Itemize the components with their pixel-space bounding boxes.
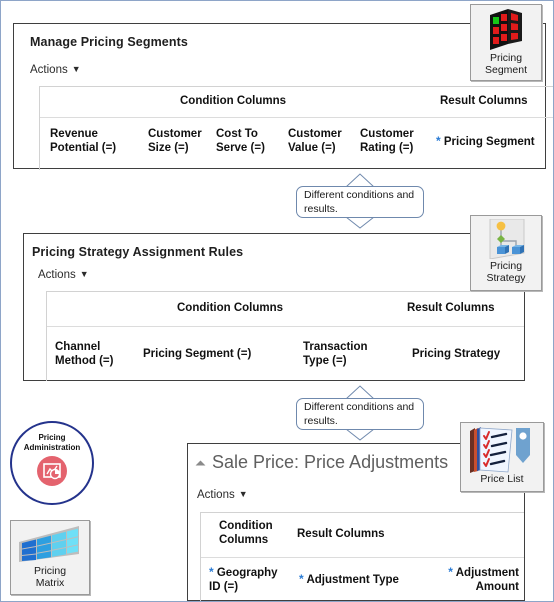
- required-marker-icon: *: [209, 565, 214, 579]
- column-cost-to-serve[interactable]: Cost To Serve (=): [216, 128, 265, 155]
- column-adjustment-type-label: Adjustment Type: [306, 574, 399, 586]
- callout-top-text: Different conditions and results.: [304, 189, 415, 215]
- icon-caption-pricing-strategy-1: Pricing: [489, 260, 523, 272]
- badge-caption-line2: Administration: [23, 443, 81, 452]
- actions-label: Actions: [197, 489, 235, 501]
- column-channel-method[interactable]: Channel Method (=): [55, 341, 113, 368]
- column-adjustment-amount[interactable]: * Adjustment Amount: [439, 565, 519, 594]
- price-list-icon: [466, 425, 538, 475]
- icon-tile-price-list: Price List: [460, 422, 544, 492]
- icon-caption-pricing-strategy-2: Strategy: [486, 272, 526, 284]
- actions-menu-pricing-segments[interactable]: Actions ▼: [30, 64, 81, 76]
- pricing-segment-icon: [486, 9, 526, 50]
- group-condition-columns: Condition Columns: [219, 520, 273, 546]
- diagram-canvas: Manage Pricing Segments Actions ▼ Conditi…: [0, 0, 554, 602]
- icon-caption-pricing-matrix-1: Pricing: [33, 565, 67, 577]
- table-column-header-row: Revenue Potential (=) Customer Size (=) Co…: [40, 118, 553, 162]
- panel-title-sale-price-adjustments: Sale Price: Price Adjustments: [212, 452, 449, 472]
- collapse-triangle-icon[interactable]: [195, 460, 206, 471]
- callout-bottom: Different conditions and results.: [296, 385, 426, 441]
- table-group-header-row: Condition Columns Result Columns: [47, 292, 524, 327]
- callout-bottom-text: Different conditions and results.: [304, 401, 415, 427]
- group-result-columns: Result Columns: [407, 302, 495, 314]
- table-pricing-strategy: Condition Columns Result Columns Channel…: [46, 291, 524, 381]
- icon-tile-pricing-matrix: Pricing Matrix: [10, 520, 90, 595]
- group-condition-columns: Condition Columns: [177, 302, 284, 314]
- required-marker-icon: *: [448, 565, 453, 579]
- panel-pricing-strategy-assignment-rules: Pricing Strategy Assignment Rules Action…: [23, 233, 525, 381]
- chevron-down-icon: ▼: [238, 489, 248, 499]
- pricing-matrix-icon: [17, 524, 83, 564]
- group-result-columns: Result Columns: [440, 95, 528, 107]
- badge-caption-line1: Pricing: [38, 433, 66, 442]
- chevron-down-icon: ▼: [79, 269, 89, 279]
- group-result-columns: Result Columns: [297, 528, 385, 540]
- column-pricing-strategy[interactable]: Pricing Strategy: [412, 348, 500, 362]
- actions-menu-pricing-strategy[interactable]: Actions ▼: [38, 269, 89, 281]
- icon-tile-pricing-segment: Pricing Segment: [470, 4, 542, 81]
- column-adjustment-type[interactable]: * Adjustment Type: [299, 572, 399, 588]
- column-transaction-type[interactable]: Transaction Type (=): [303, 341, 368, 368]
- required-marker-icon: *: [299, 572, 304, 586]
- table-sale-price-adjustments: Condition Columns Result Columns * Geogra…: [200, 512, 524, 601]
- table-column-header-row: Channel Method (=) Pricing Segment (=) Tr…: [47, 327, 524, 379]
- icon-caption-pricing-segment-2: Segment: [484, 64, 528, 76]
- pricing-administration-icon: [37, 456, 67, 486]
- column-pricing-segment[interactable]: * Pricing Segment: [436, 134, 535, 150]
- column-customer-value[interactable]: Customer Value (=): [288, 128, 342, 155]
- column-customer-size[interactable]: Customer Size (=): [148, 128, 202, 155]
- table-pricing-segments: Condition Columns Result Columns Revenue…: [39, 86, 553, 170]
- callout-top: Different conditions and results.: [296, 173, 426, 229]
- column-pricing-segment[interactable]: Pricing Segment (=): [143, 348, 251, 362]
- table-group-header-row: Condition Columns Result Columns: [201, 513, 524, 558]
- group-condition-columns: Condition Columns: [180, 95, 287, 107]
- actions-menu-sale-price[interactable]: Actions ▼: [197, 489, 248, 501]
- column-customer-rating[interactable]: Customer Rating (=): [360, 128, 414, 155]
- icon-tile-pricing-strategy: Pricing Strategy: [470, 215, 542, 291]
- icon-caption-pricing-segment-1: Pricing: [489, 52, 523, 64]
- actions-label: Actions: [30, 64, 68, 76]
- actions-label: Actions: [38, 269, 76, 281]
- badge-pricing-administration: Pricing Administration: [10, 421, 94, 505]
- icon-caption-pricing-matrix-2: Matrix: [35, 577, 65, 589]
- pricing-strategy-icon: [484, 218, 528, 260]
- column-revenue-potential[interactable]: Revenue Potential (=): [50, 128, 116, 155]
- column-pricing-segment-label: Pricing Segment: [443, 136, 535, 148]
- column-geography-id[interactable]: * Geography ID (=): [209, 565, 278, 594]
- required-marker-icon: *: [436, 134, 441, 148]
- panel-title-manage-pricing-segments: Manage Pricing Segments: [30, 35, 188, 49]
- table-group-header-row: Condition Columns Result Columns: [40, 87, 553, 118]
- panel-title-pricing-strategy: Pricing Strategy Assignment Rules: [32, 245, 244, 259]
- panel-manage-pricing-segments: Manage Pricing Segments Actions ▼ Conditi…: [13, 23, 553, 170]
- table-column-header-row: * Geography ID (=) * Adjustment Type * Ad…: [201, 558, 524, 601]
- chevron-down-icon: ▼: [71, 64, 81, 74]
